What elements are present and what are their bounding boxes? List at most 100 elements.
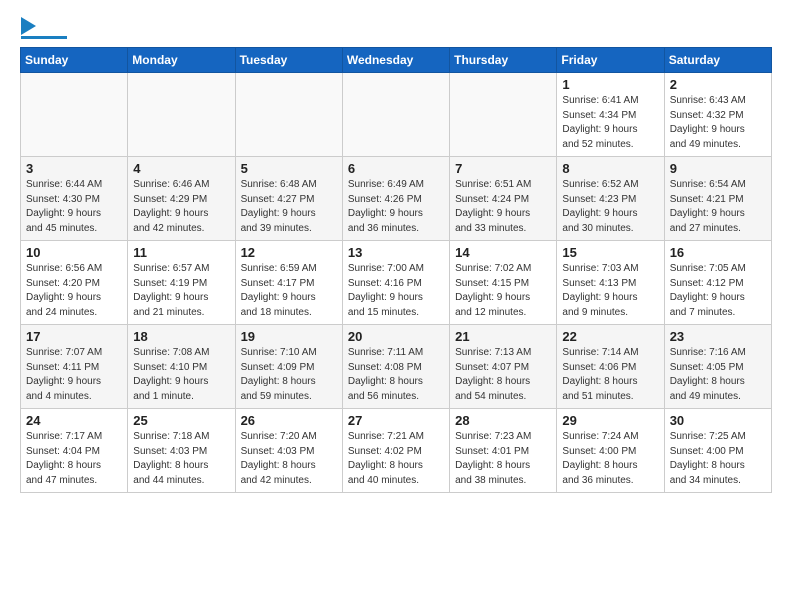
day-info: Sunrise: 7:02 AM Sunset: 4:15 PM Dayligh… [455,262,551,320]
day-info: Sunrise: 6:54 AM Sunset: 4:21 PM Dayligh… [670,178,766,236]
col-header-tuesday: Tuesday [235,48,342,73]
day-info: Sunrise: 6:44 AM Sunset: 4:30 PM Dayligh… [26,178,122,236]
day-cell: 18Sunrise: 7:08 AM Sunset: 4:10 PM Dayli… [128,325,235,409]
day-cell: 30Sunrise: 7:25 AM Sunset: 4:00 PM Dayli… [664,409,771,493]
week-row-3: 10 Sunrise: 6:56 AM Sunset: 4:20 PM Dayli… [21,241,772,325]
day-number: 27 [348,413,444,428]
calendar-table: SundayMondayTuesdayWednesdayThursdayFrid… [20,47,772,493]
day-number: 3 [26,161,122,176]
day-info: Sunrise: 7:11 AM Sunset: 4:08 PM Dayligh… [348,346,444,404]
day-cell: 9 Sunrise: 6:54 AM Sunset: 4:21 PM Daylig… [664,157,771,241]
day-cell [342,73,449,157]
day-cell: 21 Sunrise: 7:13 AM Sunset: 4:07 PM Dayli… [450,325,557,409]
day-number: 8 [562,161,658,176]
day-number: 30 [670,413,766,428]
logo-chevron-icon [21,17,36,35]
day-info: Sunrise: 6:48 AM Sunset: 4:27 PM Dayligh… [241,178,337,236]
day-info: Sunrise: 7:20 AM Sunset: 4:03 PM Dayligh… [241,430,337,488]
day-number: 29 [562,413,658,428]
day-number: 6 [348,161,444,176]
day-cell: 3 Sunrise: 6:44 AM Sunset: 4:30 PM Daylig… [21,157,128,241]
day-info: Sunrise: 7:16 AM Sunset: 4:05 PM Dayligh… [670,346,766,404]
day-number: 24 [26,413,122,428]
day-cell: 27 Sunrise: 7:21 AM Sunset: 4:02 PM Dayli… [342,409,449,493]
day-number: 1 [562,77,658,92]
day-cell [21,73,128,157]
day-number: 23 [670,329,766,344]
day-info: Sunrise: 6:46 AM Sunset: 4:29 PM Dayligh… [133,178,229,236]
col-header-saturday: Saturday [664,48,771,73]
day-cell: 2 Sunrise: 6:43 AM Sunset: 4:32 PM Daylig… [664,73,771,157]
day-info: Sunrise: 7:05 AM Sunset: 4:12 PM Dayligh… [670,262,766,320]
day-number: 19 [241,329,337,344]
day-cell: 19Sunrise: 7:10 AM Sunset: 4:09 PM Dayli… [235,325,342,409]
col-header-friday: Friday [557,48,664,73]
day-number: 14 [455,245,551,260]
day-cell: 25 Sunrise: 7:18 AM Sunset: 4:03 PM Dayli… [128,409,235,493]
day-number: 25 [133,413,229,428]
logo [20,16,67,39]
day-info: Sunrise: 6:56 AM Sunset: 4:20 PM Dayligh… [26,262,122,320]
day-cell: 26 Sunrise: 7:20 AM Sunset: 4:03 PM Dayli… [235,409,342,493]
day-info: Sunrise: 7:18 AM Sunset: 4:03 PM Dayligh… [133,430,229,488]
day-info: Sunrise: 7:14 AM Sunset: 4:06 PM Dayligh… [562,346,658,404]
day-cell [450,73,557,157]
day-cell: 23 Sunrise: 7:16 AM Sunset: 4:05 PM Dayli… [664,325,771,409]
day-cell [235,73,342,157]
day-number: 15 [562,245,658,260]
day-number: 9 [670,161,766,176]
day-info: Sunrise: 6:41 AM Sunset: 4:34 PM Dayligh… [562,94,658,152]
day-info: Sunrise: 6:59 AM Sunset: 4:17 PM Dayligh… [241,262,337,320]
day-cell: 4 Sunrise: 6:46 AM Sunset: 4:29 PM Daylig… [128,157,235,241]
col-header-sunday: Sunday [21,48,128,73]
day-number: 21 [455,329,551,344]
day-info: Sunrise: 7:17 AM Sunset: 4:04 PM Dayligh… [26,430,122,488]
day-info: Sunrise: 7:03 AM Sunset: 4:13 PM Dayligh… [562,262,658,320]
day-cell: 10 Sunrise: 6:56 AM Sunset: 4:20 PM Dayli… [21,241,128,325]
day-info: Sunrise: 7:08 AM Sunset: 4:10 PM Dayligh… [133,346,229,404]
week-row-2: 3 Sunrise: 6:44 AM Sunset: 4:30 PM Daylig… [21,157,772,241]
day-cell: 17 Sunrise: 7:07 AM Sunset: 4:11 PM Dayli… [21,325,128,409]
day-info: Sunrise: 7:13 AM Sunset: 4:07 PM Dayligh… [455,346,551,404]
day-info: Sunrise: 6:43 AM Sunset: 4:32 PM Dayligh… [670,94,766,152]
day-number: 4 [133,161,229,176]
day-number: 10 [26,245,122,260]
day-number: 2 [670,77,766,92]
day-number: 5 [241,161,337,176]
week-row-4: 17 Sunrise: 7:07 AM Sunset: 4:11 PM Dayli… [21,325,772,409]
day-number: 26 [241,413,337,428]
day-number: 28 [455,413,551,428]
day-info: Sunrise: 6:49 AM Sunset: 4:26 PM Dayligh… [348,178,444,236]
day-cell: 29 Sunrise: 7:24 AM Sunset: 4:00 PM Dayli… [557,409,664,493]
day-info: Sunrise: 7:00 AM Sunset: 4:16 PM Dayligh… [348,262,444,320]
day-info: Sunrise: 7:24 AM Sunset: 4:00 PM Dayligh… [562,430,658,488]
day-cell: 15 Sunrise: 7:03 AM Sunset: 4:13 PM Dayli… [557,241,664,325]
day-info: Sunrise: 7:07 AM Sunset: 4:11 PM Dayligh… [26,346,122,404]
day-cell: 14 Sunrise: 7:02 AM Sunset: 4:15 PM Dayli… [450,241,557,325]
day-cell: 13 Sunrise: 7:00 AM Sunset: 4:16 PM Dayli… [342,241,449,325]
day-number: 11 [133,245,229,260]
day-cell: 12 Sunrise: 6:59 AM Sunset: 4:17 PM Dayli… [235,241,342,325]
day-cell: 28Sunrise: 7:23 AM Sunset: 4:01 PM Dayli… [450,409,557,493]
day-info: Sunrise: 6:57 AM Sunset: 4:19 PM Dayligh… [133,262,229,320]
day-number: 7 [455,161,551,176]
day-number: 12 [241,245,337,260]
day-cell: 7 Sunrise: 6:51 AM Sunset: 4:24 PM Daylig… [450,157,557,241]
logo-underline [21,36,67,39]
day-cell: 8 Sunrise: 6:52 AM Sunset: 4:23 PM Daylig… [557,157,664,241]
calendar-header-row: SundayMondayTuesdayWednesdayThursdayFrid… [21,48,772,73]
day-cell: 24 Sunrise: 7:17 AM Sunset: 4:04 PM Dayli… [21,409,128,493]
page-header [20,16,772,39]
day-number: 17 [26,329,122,344]
col-header-thursday: Thursday [450,48,557,73]
day-cell: 16Sunrise: 7:05 AM Sunset: 4:12 PM Dayli… [664,241,771,325]
day-info: Sunrise: 6:52 AM Sunset: 4:23 PM Dayligh… [562,178,658,236]
day-cell: 20 Sunrise: 7:11 AM Sunset: 4:08 PM Dayli… [342,325,449,409]
day-number: 20 [348,329,444,344]
day-number: 13 [348,245,444,260]
col-header-wednesday: Wednesday [342,48,449,73]
day-info: Sunrise: 7:21 AM Sunset: 4:02 PM Dayligh… [348,430,444,488]
col-header-monday: Monday [128,48,235,73]
day-info: Sunrise: 6:51 AM Sunset: 4:24 PM Dayligh… [455,178,551,236]
week-row-1: 1 Sunrise: 6:41 AM Sunset: 4:34 PM Daylig… [21,73,772,157]
